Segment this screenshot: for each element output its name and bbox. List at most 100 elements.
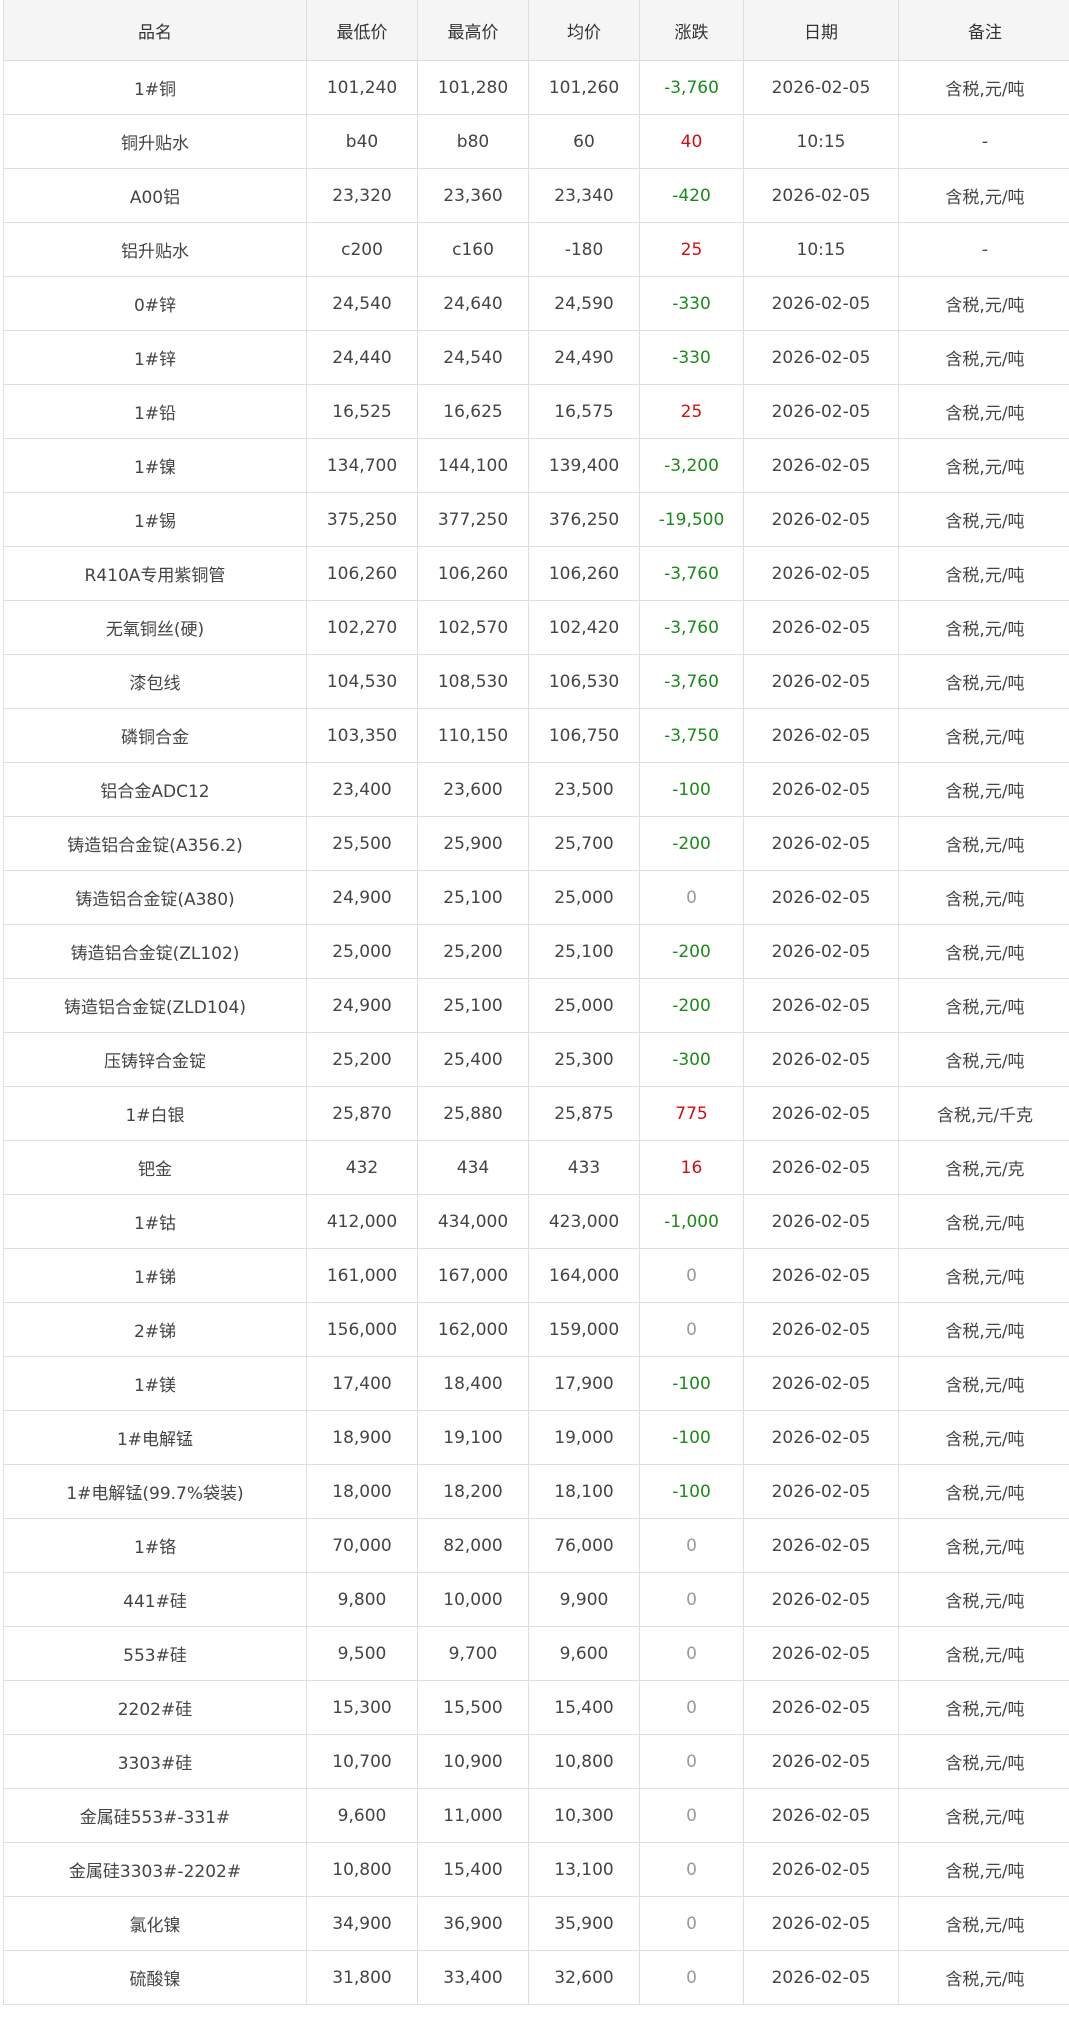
table-row: 0#锌 24,540 24,640 24,590 -330 2026-02-05 含税,元/… [3, 276, 1069, 331]
cell-high-price: 144,100 [417, 438, 529, 493]
cell-note: 含税,元/吨 [898, 1032, 1069, 1087]
table-body: 1#铜 101,240 101,280 101,260 -3,760 2026-02-05… [3, 60, 1069, 2005]
cell-avg-price: 139,400 [528, 438, 640, 493]
cell-high-price: 11,000 [417, 1788, 529, 1843]
table-row: 铸造铝合金锭(A380) 24,900 25,100 25,000 0 2026-02-0… [3, 870, 1069, 925]
cell-change: -100 [639, 762, 744, 817]
column-header-high: 最高价 [417, 0, 529, 61]
cell-low-price: 18,000 [306, 1464, 418, 1519]
cell-change: -100 [639, 1410, 744, 1465]
cell-note: 含税,元/吨 [898, 600, 1069, 655]
cell-name: 铜升贴水 [3, 114, 307, 169]
cell-date: 2026-02-05 [743, 168, 899, 223]
cell-low-price: 102,270 [306, 600, 418, 655]
column-header-change: 涨跌 [639, 0, 744, 61]
cell-high-price: 106,260 [417, 546, 529, 601]
table-row: 1#镍 134,700 144,100 139,400 -3,200 2026-02-05… [3, 438, 1069, 493]
cell-change: 40 [639, 114, 744, 169]
cell-date: 2026-02-05 [743, 924, 899, 979]
cell-avg-price: 35,900 [528, 1896, 640, 1951]
cell-date: 2026-02-05 [743, 1248, 899, 1303]
cell-note: 含税,元/吨 [898, 1410, 1069, 1465]
cell-name: 1#锌 [3, 330, 307, 385]
cell-change: -200 [639, 816, 744, 871]
cell-low-price: 31,800 [306, 1950, 418, 2005]
cell-low-price: 106,260 [306, 546, 418, 601]
cell-change: 0 [639, 1518, 744, 1573]
cell-low-price: 412,000 [306, 1194, 418, 1249]
cell-change: -200 [639, 924, 744, 979]
table-row: 铝合金ADC12 23,400 23,600 23,500 -100 2026-02-05… [3, 762, 1069, 817]
table-row: 1#镁 17,400 18,400 17,900 -100 2026-02-05 含税,元/… [3, 1356, 1069, 1411]
table-row: 1#白银 25,870 25,880 25,875 775 2026-02-05 含税,元/… [3, 1086, 1069, 1141]
table-row: A00铝 23,320 23,360 23,340 -420 2026-02-05 含税,元… [3, 168, 1069, 223]
cell-date: 2026-02-05 [743, 1302, 899, 1357]
cell-date: 2026-02-05 [743, 978, 899, 1033]
cell-note: 含税,元/吨 [898, 384, 1069, 439]
cell-change: -3,760 [639, 654, 744, 709]
cell-date: 2026-02-05 [743, 438, 899, 493]
table-row: 1#电解锰 18,900 19,100 19,000 -100 2026-02-05 含税,… [3, 1410, 1069, 1465]
cell-avg-price: 18,100 [528, 1464, 640, 1519]
cell-date: 2026-02-05 [743, 60, 899, 115]
table-row: 铸造铝合金锭(A356.2) 25,500 25,900 25,700 -200 2026… [3, 816, 1069, 871]
cell-note: 含税,元/吨 [898, 978, 1069, 1033]
cell-date: 2026-02-05 [743, 1410, 899, 1465]
cell-note: 含税,元/吨 [898, 546, 1069, 601]
cell-note: 含税,元/克 [898, 1140, 1069, 1195]
cell-avg-price: -180 [528, 222, 640, 277]
cell-note: 含税,元/吨 [898, 816, 1069, 871]
table-row: 磷铜合金 103,350 110,150 106,750 -3,750 2026-02-0… [3, 708, 1069, 763]
cell-date: 2026-02-05 [743, 1680, 899, 1735]
cell-note: 含税,元/吨 [898, 1356, 1069, 1411]
cell-high-price: b80 [417, 114, 529, 169]
cell-low-price: 103,350 [306, 708, 418, 763]
table-row: R410A专用紫铜管 106,260 106,260 106,260 -3,760 202… [3, 546, 1069, 601]
cell-note: 含税,元/吨 [898, 1896, 1069, 1951]
metal-price-table: 品名 最低价 最高价 均价 涨跌 日期 备注 1#铜 101,240 101,280… [3, 0, 1069, 2005]
table-row: 3303#硅 10,700 10,900 10,800 0 2026-02-05 含税,元/… [3, 1734, 1069, 1789]
table-row: 1#铬 70,000 82,000 76,000 0 2026-02-05 含税,元/吨 [3, 1518, 1069, 1573]
cell-avg-price: 16,575 [528, 384, 640, 439]
table-row: 553#硅 9,500 9,700 9,600 0 2026-02-05 含税,元/吨 [3, 1626, 1069, 1681]
table-row: 硫酸镍 31,800 33,400 32,600 0 2026-02-05 含税,元/吨 [3, 1950, 1069, 2005]
cell-change: 0 [639, 870, 744, 925]
cell-low-price: 161,000 [306, 1248, 418, 1303]
cell-note: - [898, 114, 1069, 169]
cell-avg-price: 164,000 [528, 1248, 640, 1303]
column-header-note: 备注 [898, 0, 1069, 61]
cell-name: 漆包线 [3, 654, 307, 709]
cell-high-price: 15,500 [417, 1680, 529, 1735]
cell-name: 0#锌 [3, 276, 307, 331]
cell-low-price: 17,400 [306, 1356, 418, 1411]
cell-name: 钯金 [3, 1140, 307, 1195]
table-row: 铸造铝合金锭(ZL102) 25,000 25,200 25,100 -200 2026-… [3, 924, 1069, 979]
cell-name: 1#电解锰 [3, 1410, 307, 1465]
cell-name: 441#硅 [3, 1572, 307, 1627]
table-row: 1#铜 101,240 101,280 101,260 -3,760 2026-02-05… [3, 60, 1069, 115]
cell-change: -100 [639, 1464, 744, 1519]
cell-low-price: 34,900 [306, 1896, 418, 1951]
cell-high-price: 18,400 [417, 1356, 529, 1411]
cell-change: 0 [639, 1626, 744, 1681]
table-row: 1#锡 375,250 377,250 376,250 -19,500 2026-02-0… [3, 492, 1069, 547]
cell-note: 含税,元/吨 [898, 1950, 1069, 2005]
cell-date: 2026-02-05 [743, 492, 899, 547]
table-row: 铜升贴水 b40 b80 60 40 10:15- [3, 114, 1069, 169]
cell-avg-price: 23,340 [528, 168, 640, 223]
cell-note: 含税,元/吨 [898, 762, 1069, 817]
cell-name: 1#铅 [3, 384, 307, 439]
cell-note: 含税,元/吨 [898, 60, 1069, 115]
cell-change: 0 [639, 1302, 744, 1357]
table-row: 441#硅 9,800 10,000 9,900 0 2026-02-05 含税,元/吨 [3, 1572, 1069, 1627]
cell-change: 0 [639, 1680, 744, 1735]
table-row: 金属硅553#-331# 9,600 11,000 10,300 0 2026-02-05… [3, 1788, 1069, 1843]
cell-date: 10:15 [743, 114, 899, 169]
cell-change: -3,750 [639, 708, 744, 763]
cell-date: 2026-02-05 [743, 1626, 899, 1681]
cell-note: 含税,元/千克 [898, 1086, 1069, 1141]
price-table-container: 品名 最低价 最高价 均价 涨跌 日期 备注 1#铜 101,240 101,280… [0, 0, 1069, 2019]
cell-note: 含税,元/吨 [898, 1572, 1069, 1627]
cell-note: 含税,元/吨 [898, 1788, 1069, 1843]
cell-change: -3,760 [639, 60, 744, 115]
